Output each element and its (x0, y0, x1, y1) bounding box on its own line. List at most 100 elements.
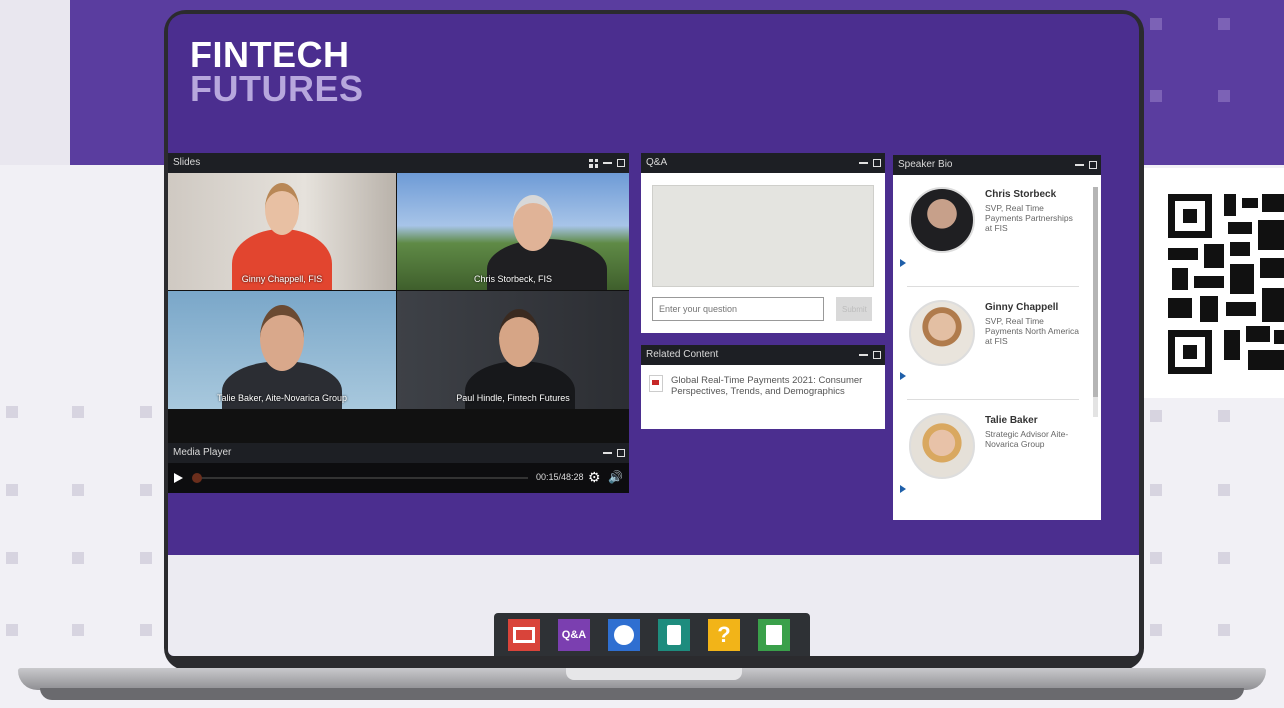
submit-question-button[interactable]: Submit (836, 297, 872, 321)
video-tile-talie[interactable]: Talie Baker, Aite-Novarica Group (168, 291, 396, 409)
maximize-icon[interactable] (1089, 161, 1097, 169)
layout-grid-icon[interactable] (589, 158, 598, 168)
qr-finder (1168, 330, 1212, 374)
participant-face (265, 183, 299, 235)
qr-module (1228, 222, 1252, 234)
background-dot (140, 406, 152, 418)
participant-name: Paul Hindle, Fintech Futures (456, 393, 570, 403)
qr-code (1144, 168, 1284, 398)
settings-gear-icon[interactable]: ⚙ (588, 469, 601, 486)
minimize-icon[interactable] (859, 162, 868, 164)
slides-panel-header: Slides (168, 153, 629, 173)
background-dot (72, 624, 84, 636)
qr-module (1204, 244, 1224, 268)
speaker-bio-controls (1075, 155, 1097, 175)
notes-dock-button[interactable] (658, 619, 690, 651)
video-tile-ginny[interactable]: Ginny Chappell, FIS (168, 173, 396, 290)
background-dot (140, 624, 152, 636)
bottom-dock: Q&A ? (494, 613, 810, 656)
laptop-notch (566, 668, 742, 680)
qa-dock-button[interactable]: Q&A (558, 619, 590, 651)
related-content-link[interactable]: Global Real-Time Payments 2021: Consumer… (671, 375, 871, 397)
media-player-bar: 00:15/48:28 ⚙ 🔊 (168, 463, 629, 493)
media-player-icon (513, 627, 535, 643)
background-dot (1218, 18, 1230, 30)
maximize-icon[interactable] (873, 159, 881, 167)
speaker-bio-header: Speaker Bio (893, 155, 1101, 175)
speaker-title: SVP, Real Time Payments North America at… (985, 316, 1080, 346)
background-dot (1218, 552, 1230, 564)
logo-line-2: FUTURES (190, 68, 364, 109)
slides-panel-controls (589, 153, 625, 173)
qr-module (1200, 296, 1218, 322)
divider (907, 399, 1079, 400)
minimize-icon[interactable] (1075, 164, 1084, 166)
background-dot (1218, 484, 1230, 496)
qa-messages-area (652, 185, 874, 287)
qr-finder (1168, 194, 1212, 238)
seek-bar[interactable] (194, 477, 528, 479)
expand-arrow-icon[interactable] (900, 485, 906, 493)
volume-icon[interactable]: 🔊 (608, 470, 623, 484)
background-dot (1150, 624, 1162, 636)
speaker-title: Strategic Advisor Aite-Novarica Group (985, 429, 1069, 449)
qr-module (1258, 220, 1284, 250)
background-dot (1218, 90, 1230, 102)
slides-panel-title: Slides (173, 157, 201, 168)
qr-module (1224, 330, 1240, 360)
background-dot (6, 624, 18, 636)
document-dock-button[interactable] (758, 619, 790, 651)
qa-panel: Q&A Submit (641, 153, 885, 333)
video-tile-chris[interactable]: Chris Storbeck, FIS (397, 173, 629, 290)
speaker-dock-button[interactable] (608, 619, 640, 651)
background-dot (140, 552, 152, 564)
expand-arrow-icon[interactable] (900, 372, 906, 380)
video-grid: Ginny Chappell, FIS Chris Storbeck, FIS … (168, 173, 629, 424)
background-dot (1218, 410, 1230, 422)
maximize-icon[interactable] (617, 449, 625, 457)
maximize-icon[interactable] (873, 351, 881, 359)
qa-panel-header: Q&A (641, 153, 885, 173)
media-player-dock-button[interactable] (508, 619, 540, 651)
speaker-avatar (909, 413, 975, 479)
maximize-icon[interactable] (617, 159, 625, 167)
background-dot (6, 406, 18, 418)
help-dock-button[interactable]: ? (708, 619, 740, 651)
speaker-card[interactable]: Ginny Chappell SVP, Real Time Payments N… (893, 288, 1088, 400)
slides-panel: Slides Ginny Chappell, FIS Chris Storbec… (168, 153, 629, 444)
speaker-card[interactable]: Talie Baker Strategic Advisor Aite-Novar… (893, 401, 1088, 513)
qr-module (1242, 198, 1258, 208)
background-dot (1150, 410, 1162, 422)
background-dot (140, 484, 152, 496)
background-dot (6, 484, 18, 496)
qr-module (1260, 258, 1284, 278)
speaker-card[interactable]: Chris Storbeck SVP, Real Time Payments P… (893, 175, 1088, 287)
seek-handle[interactable] (192, 473, 202, 483)
speaker-bio-title: Speaker Bio (898, 159, 953, 170)
expand-arrow-icon[interactable] (900, 259, 906, 267)
minimize-icon[interactable] (603, 162, 612, 164)
media-player-controls (603, 443, 625, 463)
speaker-name: Talie Baker (985, 415, 1038, 426)
document-icon (766, 625, 782, 645)
related-content-header: Related Content (641, 345, 885, 365)
participant-face (513, 195, 553, 251)
video-tile-paul[interactable]: Paul Hindle, Fintech Futures (397, 291, 629, 409)
speaker-name: Chris Storbeck (985, 189, 1057, 200)
speaker-icon (614, 625, 634, 645)
minimize-icon[interactable] (859, 354, 868, 356)
background-dot (1150, 18, 1162, 30)
minimize-icon[interactable] (603, 452, 612, 454)
play-icon[interactable] (174, 473, 183, 483)
qr-module (1230, 264, 1254, 294)
question-input[interactable] (652, 297, 824, 321)
qr-module (1274, 330, 1284, 344)
background-dot (72, 552, 84, 564)
qr-module (1262, 288, 1284, 322)
speaker-bio-scrollbar[interactable] (1093, 187, 1098, 417)
background-dot (1218, 624, 1230, 636)
background-dot (72, 484, 84, 496)
scrollbar-thumb[interactable] (1093, 187, 1098, 397)
qr-module (1262, 194, 1284, 212)
qr-module (1230, 242, 1250, 256)
